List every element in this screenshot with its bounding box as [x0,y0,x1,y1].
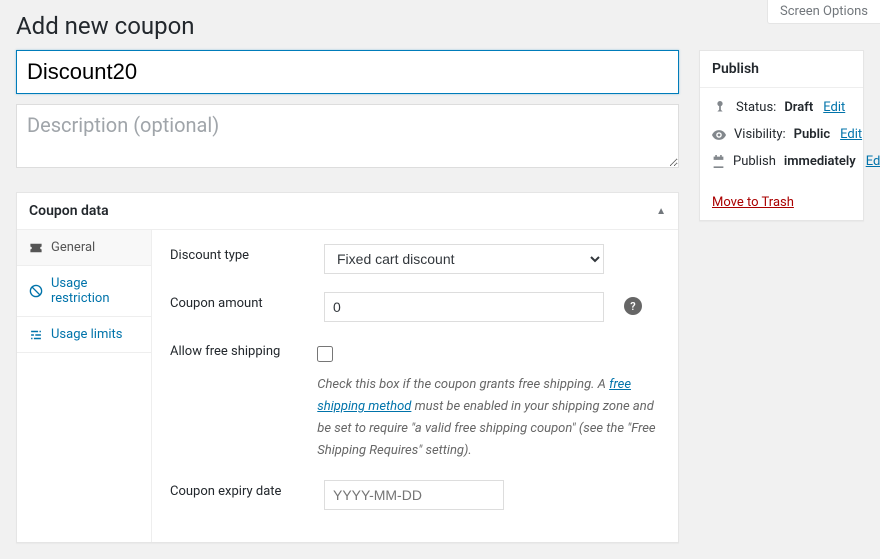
coupon-code-input[interactable] [16,50,679,94]
status-label: Status: [736,100,776,115]
tab-label: Usage restriction [51,276,139,306]
help-icon[interactable]: ? [624,297,642,315]
collapse-icon[interactable]: ▲ [656,206,666,217]
sliders-icon [29,328,43,342]
tab-usage-restriction[interactable]: Usage restriction [17,266,151,317]
eye-icon [712,130,726,140]
discount-type-label: Discount type [170,244,310,263]
coupon-amount-input[interactable] [324,292,604,322]
ticket-icon [29,242,43,254]
publish-label: Publish [733,154,776,169]
screen-options-toggle[interactable]: Screen Options [767,0,880,24]
visibility-value: Public [794,127,830,142]
free-shipping-checkbox[interactable] [317,346,333,362]
publish-value: immediately [784,154,856,169]
expiry-date-input[interactable] [324,480,504,510]
move-to-trash-link[interactable]: Move to Trash [700,185,806,220]
free-shipping-help: Check this box if the coupon grants free… [317,374,660,462]
tab-usage-limits[interactable]: Usage limits [17,317,151,353]
publish-edit-link[interactable]: Edit [866,154,880,169]
pin-icon [712,101,728,115]
visibility-edit-link[interactable]: Edit [840,127,862,142]
tab-label: Usage limits [51,327,122,342]
visibility-label: Visibility: [734,127,786,142]
publish-box-title: Publish [700,51,863,88]
coupon-amount-label: Coupon amount [170,292,310,311]
ban-icon [29,284,43,298]
calendar-icon [712,155,725,168]
coupon-data-metabox: Coupon data ▲ General [16,192,679,543]
coupon-description-textarea[interactable] [16,104,679,168]
publish-metabox: Publish Status: Draft Edit [699,50,864,221]
tab-label: General [51,240,95,255]
expiry-date-label: Coupon expiry date [170,480,310,499]
page-title: Add new coupon [16,0,864,50]
discount-type-select[interactable]: Fixed cart discount [324,244,604,274]
coupon-data-title: Coupon data [29,203,109,219]
general-panel: Discount type Fixed cart discount Coupon… [152,230,678,542]
free-shipping-label: Allow free shipping [170,340,303,359]
tab-general[interactable]: General [17,230,151,266]
status-edit-link[interactable]: Edit [823,100,845,115]
status-value: Draft [784,100,813,115]
